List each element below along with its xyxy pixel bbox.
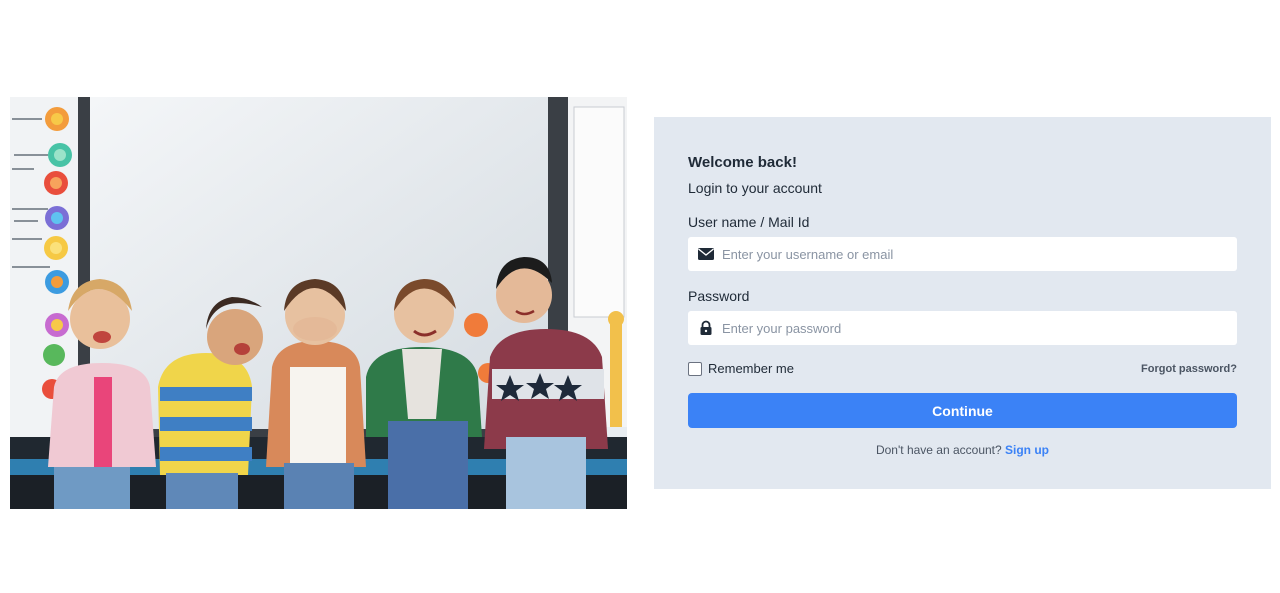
kids-classroom-photo (10, 97, 627, 509)
username-label: User name / Mail Id (688, 214, 810, 230)
lock-icon (697, 320, 715, 336)
signup-row: Don't have an account? Sign up (688, 442, 1237, 458)
login-subtitle: Login to your account (688, 180, 822, 196)
login-page: Welcome back! Login to your account User… (0, 0, 1280, 593)
remember-label[interactable]: Remember me (708, 361, 794, 377)
remember-checkbox[interactable] (688, 362, 702, 376)
login-title: Welcome back! (688, 154, 797, 171)
login-card: Welcome back! Login to your account User… (654, 117, 1271, 489)
continue-button[interactable]: Continue (688, 393, 1237, 428)
password-input[interactable] (722, 311, 1232, 345)
forgot-password-link[interactable]: Forgot password? (1141, 361, 1237, 377)
signup-prompt: Don't have an account? (875, 443, 1006, 457)
password-label: Password (688, 288, 750, 304)
username-field[interactable] (688, 237, 1237, 271)
username-input[interactable] (722, 237, 1232, 271)
envelope-icon (697, 246, 715, 262)
signup-link[interactable]: Sign up (1005, 443, 1049, 457)
remember-row: Remember me Forgot password? (688, 361, 1237, 377)
password-field[interactable] (688, 311, 1237, 345)
